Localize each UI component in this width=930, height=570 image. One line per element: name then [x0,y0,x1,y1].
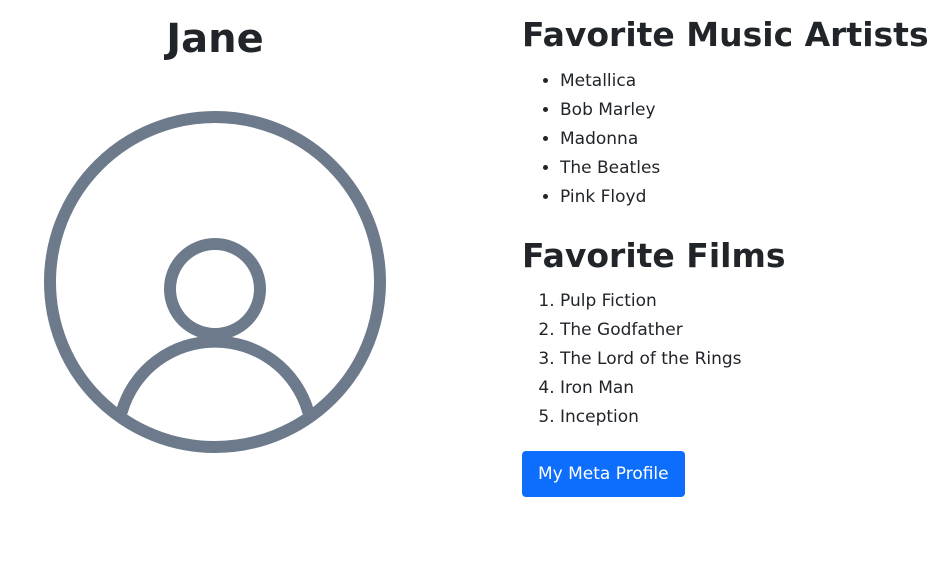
list-item: The Godfather [560,316,742,345]
favorites-column: Favorite Music Artists Metallica Bob Mar… [522,0,929,570]
list-item: Metallica [560,67,660,96]
list-item: Pulp Fiction [560,287,742,316]
list-item: Inception [560,403,742,432]
list-item: The Lord of the Rings [560,345,742,374]
films-list: Pulp Fiction The Godfather The Lord of t… [522,287,742,432]
music-heading: Favorite Music Artists [522,15,929,54]
list-item: The Beatles [560,154,660,183]
avatar [44,111,386,453]
profile-column: Jane [0,0,430,570]
profile-page: Jane Favorite Music Artists Metallica Bo… [0,0,930,570]
list-item: Iron Man [560,374,742,403]
films-heading: Favorite Films [522,236,786,275]
music-list: Metallica Bob Marley Madonna The Beatles… [522,67,660,212]
list-item: Pink Floyd [560,183,660,212]
list-item: Bob Marley [560,96,660,125]
user-circle-icon [44,111,386,453]
list-item: Madonna [560,125,660,154]
profile-name: Jane [166,16,264,62]
meta-profile-button[interactable]: My Meta Profile [522,451,685,497]
